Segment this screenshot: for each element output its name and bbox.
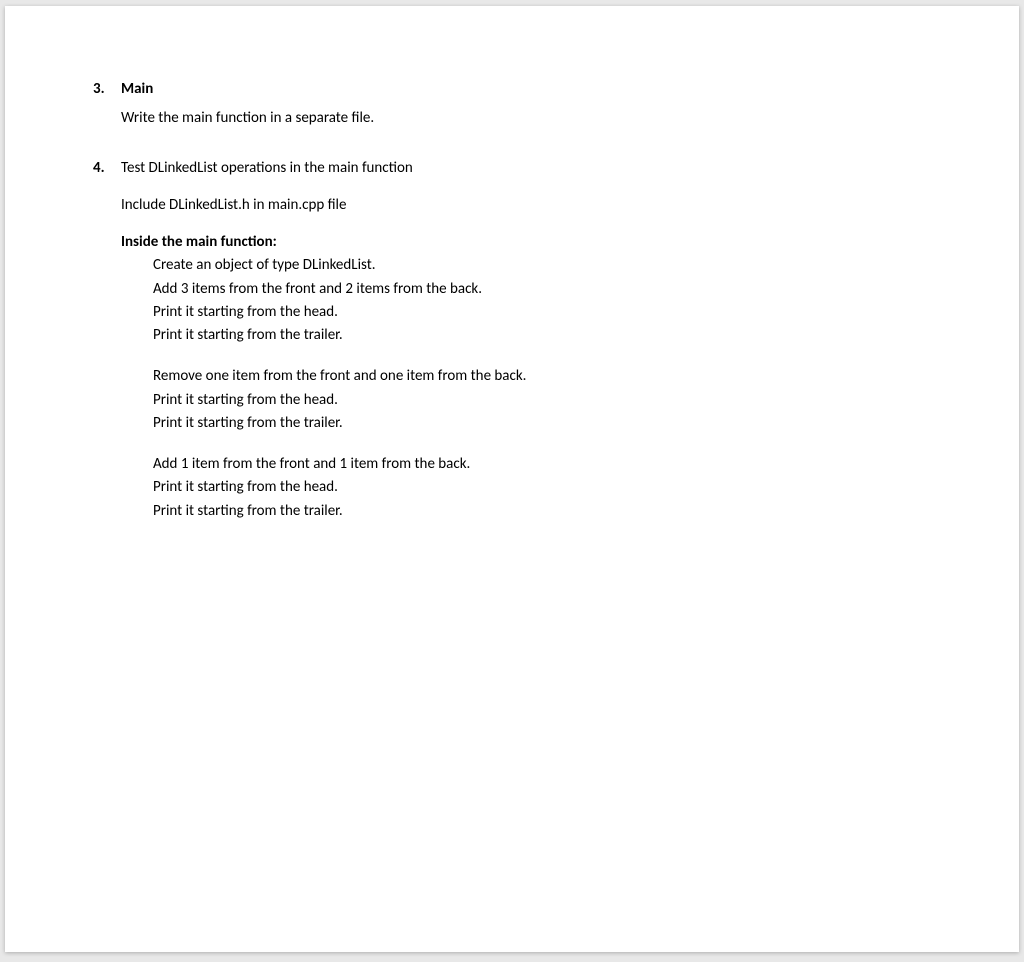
instruction-line: Print it starting from the trailer.: [153, 500, 931, 523]
instruction-line: Add 1 item from the front and 1 item fro…: [153, 453, 931, 476]
instruction-line: Print it starting from the trailer.: [153, 324, 931, 347]
item-title: Test DLinkedList operations in the main …: [121, 157, 413, 180]
instruction-line: Print it starting from the head.: [153, 389, 931, 412]
document-page: 3. Main Write the main function in a sep…: [5, 6, 1019, 952]
include-line: Include DLinkedList.h in main.cpp file: [121, 194, 931, 217]
instruction-block-1: Create an object of type DLinkedList. Ad…: [153, 254, 931, 347]
item-number: 4.: [93, 157, 121, 180]
instruction-line: Print it starting from the head.: [153, 301, 931, 324]
instruction-block-3: Add 1 item from the front and 1 item fro…: [153, 453, 931, 523]
instruction-line: Create an object of type DLinkedList.: [153, 254, 931, 277]
item-title: Main: [121, 78, 153, 101]
item-body: Write the main function in a separate fi…: [121, 107, 931, 130]
instruction-line: Add 3 items from the front and 2 items f…: [153, 278, 931, 301]
instruction-line: Print it starting from the head.: [153, 476, 931, 499]
list-item-4: 4. Test DLinkedList operations in the ma…: [93, 157, 931, 180]
inside-heading: Inside the main function:: [121, 231, 931, 254]
instruction-block-2: Remove one item from the front and one i…: [153, 365, 931, 435]
instruction-line: Print it starting from the trailer.: [153, 412, 931, 435]
instruction-line: Remove one item from the front and one i…: [153, 365, 931, 388]
list-item-3: 3. Main: [93, 78, 931, 101]
item-number: 3.: [93, 78, 121, 101]
